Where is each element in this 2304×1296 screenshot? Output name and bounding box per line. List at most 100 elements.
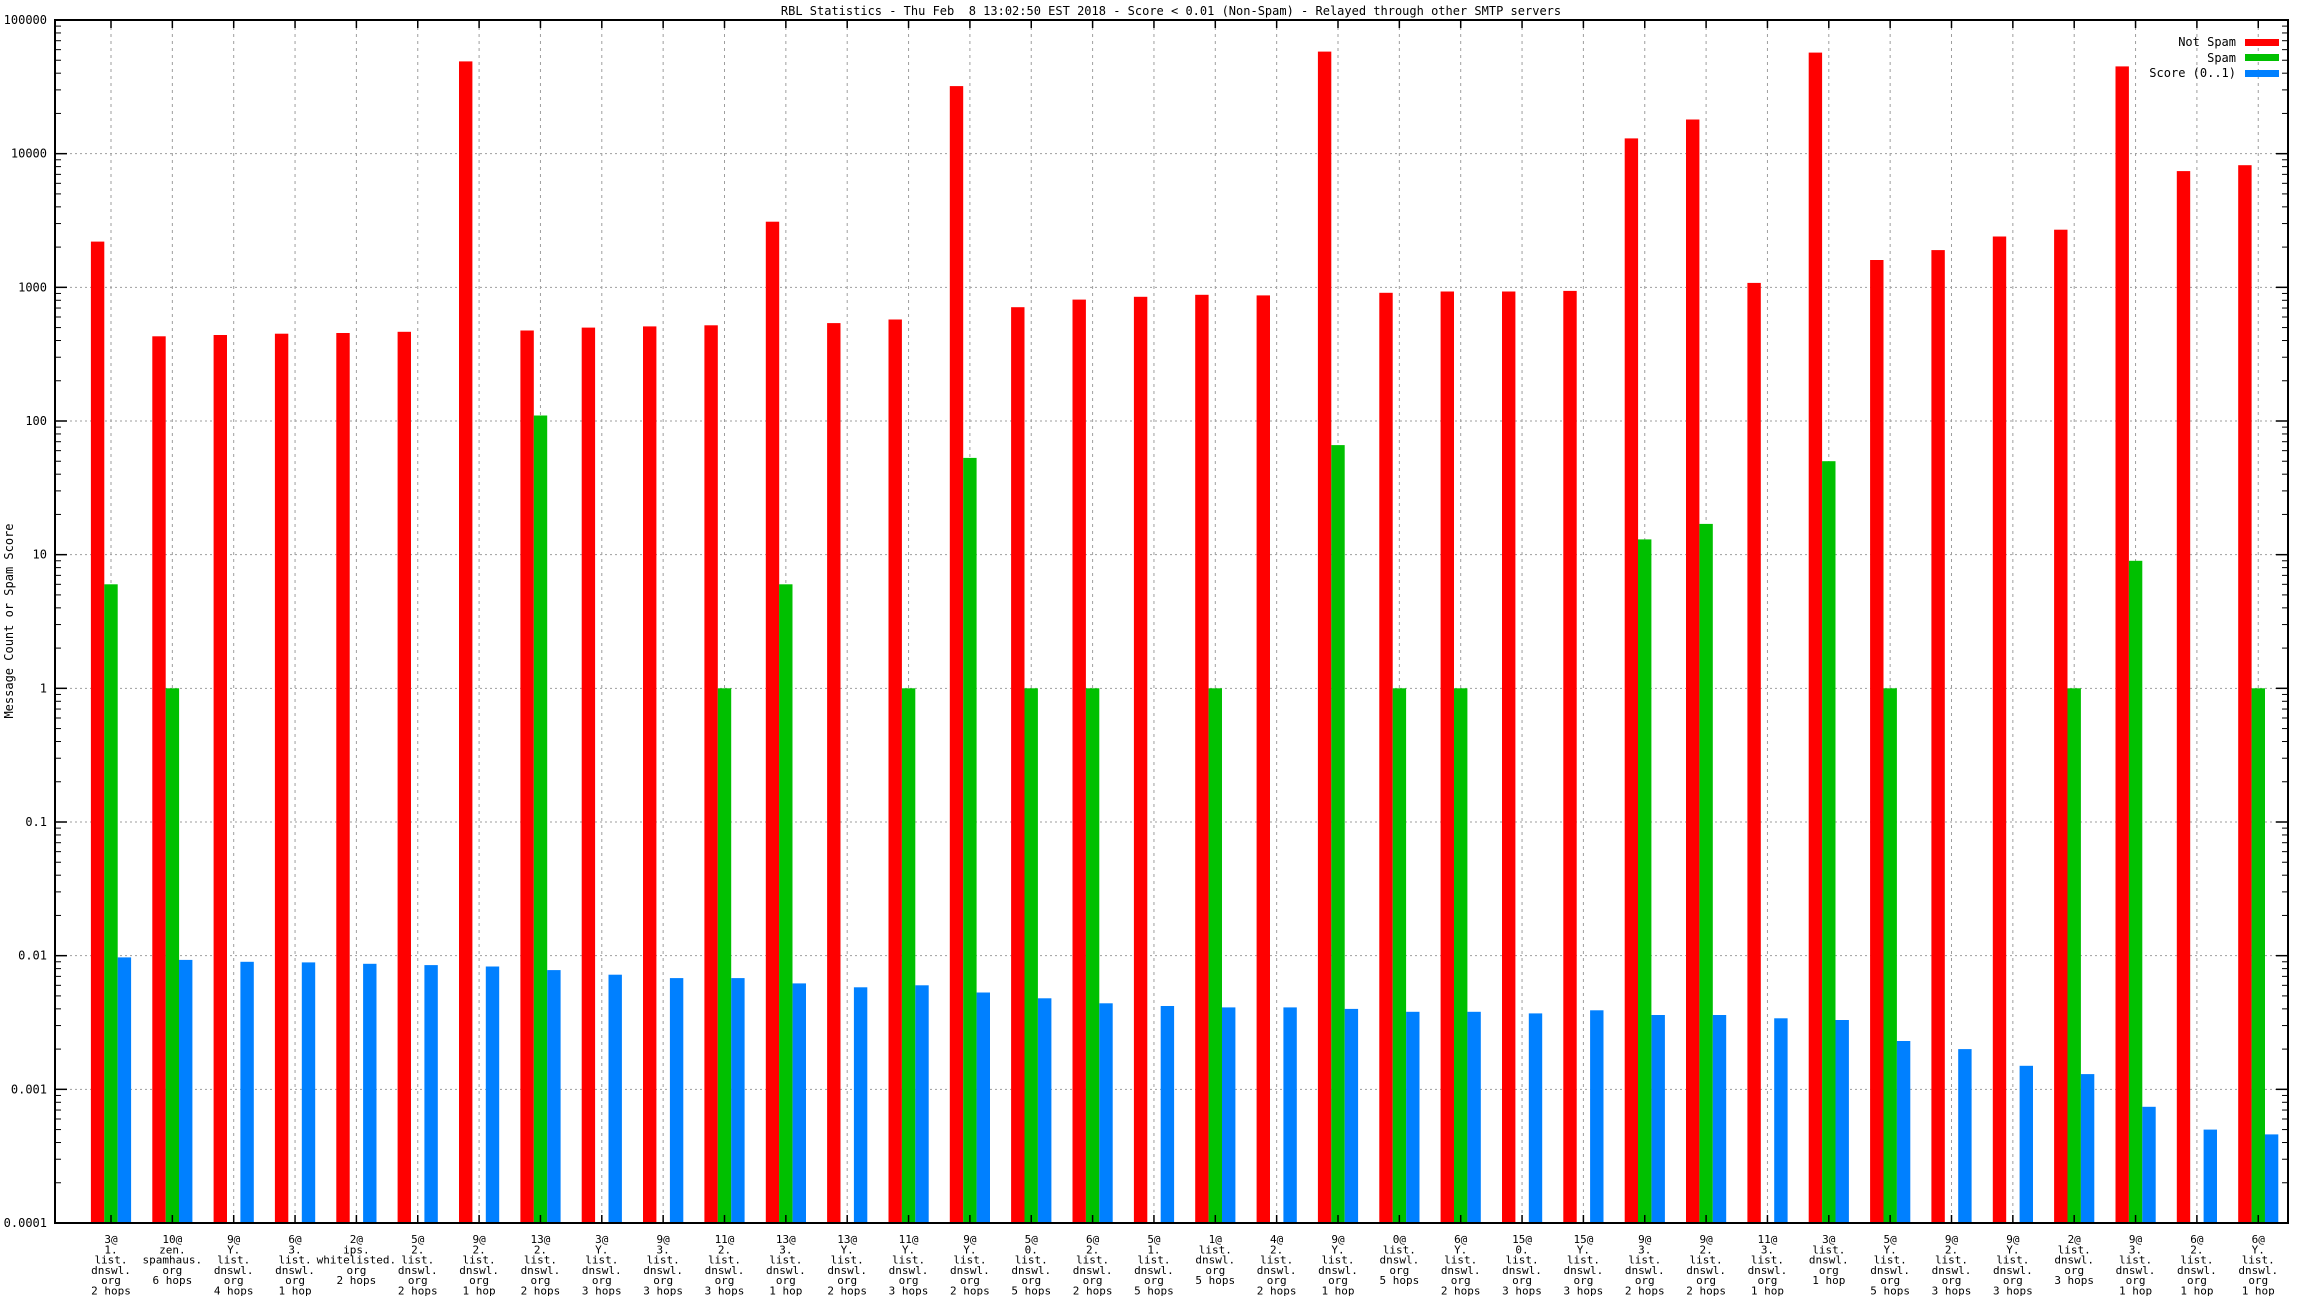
bar-not-spam-31 (1931, 250, 1945, 1224)
bar-not-spam-16 (1011, 307, 1025, 1223)
bar-score-0-1-21 (1344, 1008, 1359, 1223)
bar-spam-8 (533, 415, 548, 1223)
bar-score-0-1-27 (1712, 1015, 1727, 1223)
bar-spam-1 (104, 584, 118, 1223)
y-tick-label-1: 1 (40, 681, 47, 695)
x-label-8: 13@ 2. list. dnswl. org 2 hops (521, 1233, 561, 1296)
x-label-20: 4@ 2. list. dnswl. org 2 hops (1257, 1233, 1297, 1296)
bar-spam-30 (1883, 688, 1897, 1223)
x-label-11: 11@ 2. list. dnswl. org 3 hops (705, 1233, 745, 1296)
x-label-2: 10@ zen. spamhaus. org 6 hops (143, 1233, 203, 1287)
x-label-29: 3@ list. dnswl. org 1 hop (1809, 1233, 1849, 1287)
bar-score-0-1-17 (1099, 1003, 1113, 1223)
y-tick-label-0.01: 0.01 (18, 949, 47, 963)
bar-score-0-1-33 (2080, 1074, 2095, 1223)
bar-score-0-1-5 (363, 963, 377, 1223)
bar-score-0-1-30 (1896, 1041, 1911, 1223)
x-label-34: 9@ 3. list. dnswl. org 1 hop (2116, 1233, 2156, 1296)
bar-score-0-1-23 (1467, 1011, 1481, 1223)
x-label-5: 2@ ips. whitelisted. org 2 hops (317, 1233, 396, 1287)
x-label-4: 6@ 3. list. dnswl. org 1 hop (275, 1233, 315, 1296)
bar-spam-14 (901, 688, 916, 1223)
bar-spam-17 (1085, 688, 1100, 1223)
bar-not-spam-22 (1379, 292, 1393, 1223)
x-label-3: 9@ Y. list. dnswl. org 4 hops (214, 1233, 254, 1296)
bar-not-spam-20 (1256, 295, 1270, 1223)
y-tick-label-10000: 10000 (11, 147, 47, 161)
y-axis-title: Message Count or Spam Score (2, 523, 16, 719)
bar-not-spam-23 (1440, 291, 1454, 1223)
bar-score-0-1-9 (608, 974, 622, 1223)
bar-not-spam-9 (581, 327, 596, 1224)
bar-not-spam-6 (397, 331, 411, 1223)
x-label-16: 5@ 0. list. dnswl. org 5 hops (1011, 1233, 1051, 1296)
x-label-9: 3@ Y. list. dnswl. org 3 hops (582, 1233, 622, 1296)
bar-not-spam-11 (704, 325, 718, 1223)
bar-score-0-1-3 (240, 961, 254, 1223)
bar-not-spam-13 (827, 323, 841, 1224)
bar-not-spam-4 (274, 333, 289, 1223)
x-label-7: 9@ 2. list. dnswl. org 1 hop (459, 1233, 499, 1296)
x-label-32: 9@ Y. list. dnswl. org 3 hops (1993, 1233, 2033, 1296)
bar-score-0-1-29 (1835, 1020, 1849, 1223)
x-label-23: 6@ Y. list. dnswl. org 2 hops (1441, 1233, 1481, 1296)
bar-score-0-1-8 (547, 970, 561, 1223)
y-tick-label-100: 100 (25, 414, 47, 428)
bar-score-0-1-25 (1590, 1010, 1604, 1223)
y-tick-label-0.1: 0.1 (25, 815, 47, 829)
bar-not-spam-28 (1747, 282, 1761, 1223)
y-tick-label-0.001: 0.001 (11, 1082, 47, 1096)
bar-spam-33 (2067, 688, 2081, 1223)
bar-spam-21 (1331, 445, 1345, 1224)
bar-score-0-1-20 (1283, 1007, 1297, 1223)
y-tick-label-100000: 100000 (4, 13, 47, 27)
bar-score-0-1-2 (179, 959, 193, 1223)
bar-not-spam-14 (888, 319, 902, 1223)
x-label-36: 6@ Y. list. dnswl. org 1 hop (2238, 1233, 2278, 1296)
bar-not-spam-2 (152, 336, 166, 1223)
bar-score-0-1-31 (1958, 1049, 1972, 1223)
bar-not-spam-30 (1870, 260, 1884, 1223)
bar-score-0-1-32 (2019, 1065, 2033, 1223)
bar-not-spam-24 (1502, 291, 1516, 1223)
bar-score-0-1-28 (1774, 1018, 1788, 1223)
x-label-17: 6@ 2. list. dnswl. org 2 hops (1073, 1233, 1113, 1296)
bar-score-0-1-24 (1528, 1013, 1543, 1223)
bar-score-0-1-22 (1406, 1011, 1420, 1223)
bar-score-0-1-18 (1160, 1006, 1175, 1223)
bar-not-spam-3 (213, 335, 227, 1223)
bar-spam-2 (165, 688, 180, 1223)
bar-spam-16 (1024, 688, 1038, 1223)
x-label-1: 3@ 1. list. dnswl. org 2 hops (91, 1233, 131, 1296)
bar-not-spam-29 (1808, 52, 1823, 1224)
bar-spam-29 (1822, 461, 1836, 1223)
bar-not-spam-33 (2054, 229, 2068, 1223)
bar-score-0-1-1 (117, 957, 132, 1223)
x-label-14: 11@ Y. list. dnswl. org 3 hops (889, 1233, 929, 1296)
x-label-35: 6@ 2. list. dnswl. org 1 hop (2177, 1233, 2217, 1296)
x-label-13: 13@ Y. list. dnswl. org 2 hops (827, 1233, 867, 1296)
bar-score-0-1-12 (792, 983, 806, 1223)
bar-score-0-1-7 (485, 966, 500, 1223)
x-label-26: 9@ 3. list. dnswl. org 2 hops (1625, 1233, 1665, 1296)
rbl-statistics-screenshot: { "title": "RBL Statistics - Thu Feb 8 1… (0, 0, 2304, 1296)
bar-not-spam-18 (1133, 296, 1148, 1223)
x-label-27: 9@ 2. list. dnswl. org 2 hops (1686, 1233, 1726, 1296)
bar-spam-27 (1699, 523, 1713, 1223)
bar-spam-11 (717, 688, 732, 1223)
rbl-chart-canvas: 100000 10000 1000 100 10 1 0.1 0.01 0.001 0.0001 3… (4, 13, 2289, 1296)
bar-score-0-1-35 (2203, 1129, 2217, 1223)
bar-not-spam-32 (1992, 236, 2007, 1223)
bar-not-spam-12 (765, 221, 780, 1223)
bar-not-spam-1 (90, 241, 105, 1224)
bar-spam-22 (1392, 688, 1407, 1223)
x-label-24: 15@ 0. list. dnswl. org 3 hops (1502, 1233, 1542, 1296)
bar-score-0-1-6 (424, 965, 438, 1223)
bar-not-spam-8 (520, 330, 534, 1223)
x-label-22: 0@ list. dnswl. org 5 hops (1379, 1233, 1419, 1287)
x-label-19: 1@ list. dnswl. org 5 hops (1195, 1233, 1235, 1287)
bar-score-0-1-34 (2142, 1106, 2156, 1223)
bar-not-spam-15 (949, 86, 964, 1224)
bar-spam-12 (779, 584, 793, 1223)
bar-score-0-1-14 (915, 985, 929, 1223)
